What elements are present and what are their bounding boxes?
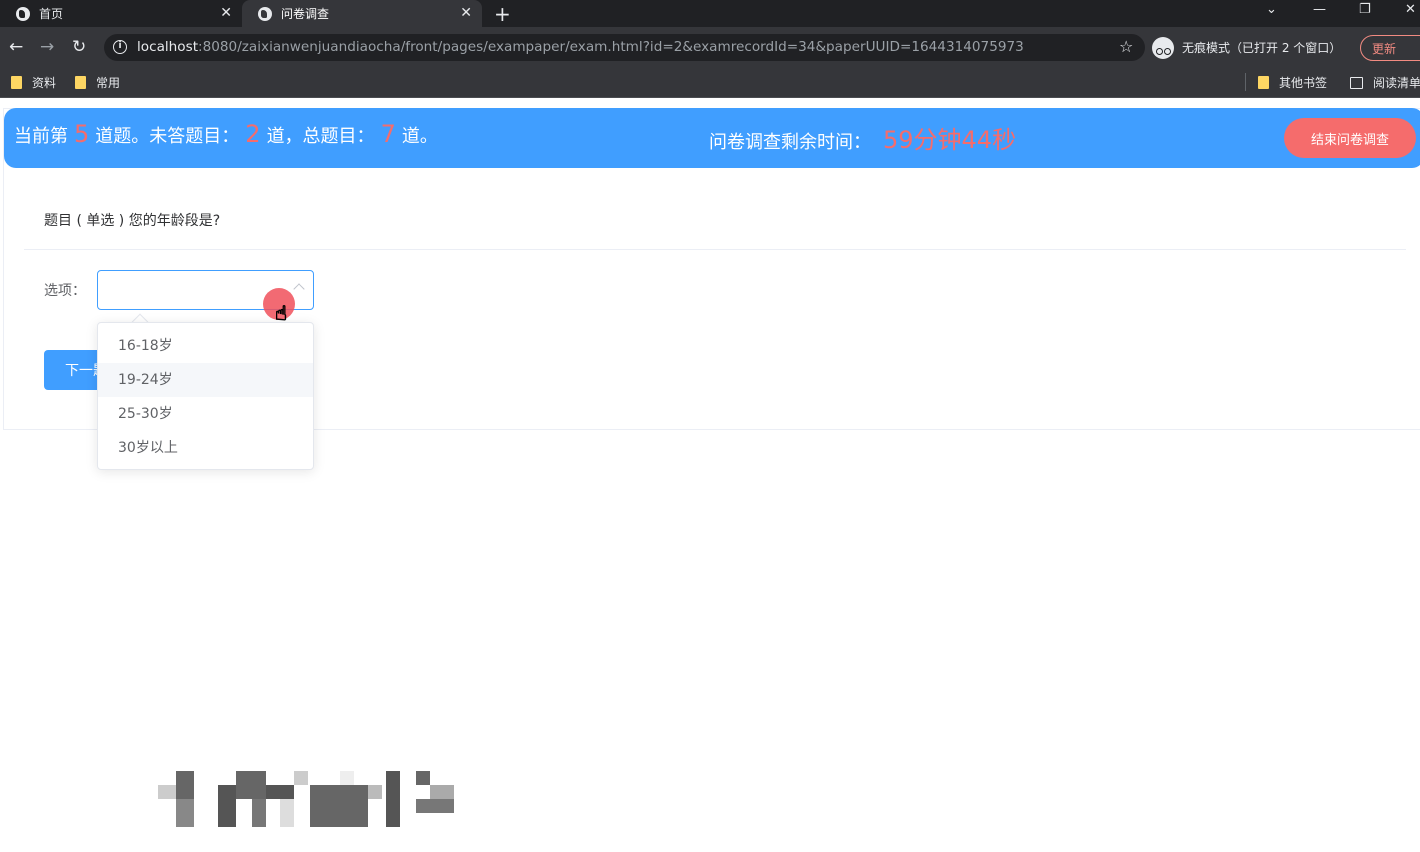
url-host: localhost [137,39,199,55]
close-icon[interactable]: ✕ [460,5,472,21]
url-text[interactable]: localhost:8080/zaixianwenjuandiaocha/fro… [137,39,1024,55]
tab-search-icon[interactable]: ⌄ [1266,2,1277,17]
pixelated-region [158,771,456,828]
option-item[interactable]: 25-30岁 [98,397,313,431]
reload-icon[interactable]: ↻ [72,37,86,57]
minimize-icon[interactable]: — [1313,2,1326,17]
folder-icon [11,76,22,89]
option-item[interactable]: 30岁以上 [98,431,313,465]
folder-icon [1258,76,1269,89]
end-survey-button[interactable]: 结束问卷调查 [1284,118,1416,158]
folder-icon [75,76,86,89]
divider [24,249,1406,250]
window-close-icon[interactable]: ✕ [1405,2,1416,17]
total-suffix: 道。 [401,126,438,147]
tab-home[interactable]: 首页 ✕ [0,0,242,27]
bookmark-star-icon[interactable]: ☆ [1119,37,1133,56]
bookmark-label: 常用 [96,76,121,90]
bookmarks-divider [1245,73,1246,91]
globe-icon [16,6,30,21]
bookmark-folder-other[interactable]: 其他书签 [1258,74,1327,91]
progress-prefix: 当前第 [14,126,68,147]
option-item[interactable]: 19-24岁 [98,363,313,397]
option-label: 选项： [44,283,86,299]
page-content: 当前第 5 道题。未答题目： 2 道，总题目： 7 道。 问卷调查剩余时间： 5… [0,98,1420,852]
question-title: 题目 ( 单选 ) 您的年龄段是? [44,213,221,229]
bookmark-folder-changyong[interactable]: 常用 [75,74,120,91]
close-icon[interactable]: ✕ [220,5,232,21]
bookmark-folder-ziliao[interactable]: 资料 [11,74,56,91]
chevron-up-icon [293,283,305,295]
bookmark-label: 阅读清单 [1373,76,1420,90]
total-prefix: 道，总题目： [266,126,375,147]
update-label: 更新 [1372,41,1397,56]
tab-label: 首页 [39,7,64,21]
bookmark-label: 其他书签 [1279,76,1328,90]
current-question-number: 5 [74,120,90,148]
new-tab-icon[interactable]: + [494,2,511,26]
option-item[interactable]: 16-18岁 [98,329,313,363]
tab-label: 问卷调查 [281,7,330,21]
unanswered-prefix: 道题。未答题目： [95,126,240,147]
incognito-indicator[interactable]: 无痕模式（已打开 2 个窗口） [1152,34,1341,61]
hand-cursor-icon: ☝ [274,301,288,326]
unanswered-count: 2 [245,120,261,148]
site-info-icon[interactable]: i [113,40,127,54]
restore-icon[interactable]: ❐ [1359,2,1371,17]
tab-strip: 首页 ✕ 问卷调查 ✕ + ⌄ — ❐ ✕ [0,0,1420,27]
timer-value: 59分钟44秒 [883,126,1017,154]
update-button[interactable]: 更新 [1360,35,1420,61]
reading-list-icon [1350,76,1363,89]
back-icon[interactable]: ← [9,37,23,57]
url-path: :8080/zaixianwenjuandiaocha/front/pages/… [198,39,1024,55]
forward-icon[interactable]: → [40,37,54,57]
incognito-label: 无痕模式（已打开 2 个窗口） [1182,41,1342,55]
progress-text: 当前第 5 道题。未答题目： 2 道，总题目： 7 道。 [14,120,438,148]
option-dropdown: 16-18岁 19-24岁 25-30岁 30岁以上 [97,322,314,470]
timer: 问卷调查剩余时间： 59分钟44秒 [709,120,1016,155]
timer-label: 问卷调查剩余时间： [709,132,871,153]
tab-survey[interactable]: 问卷调查 ✕ [242,0,482,27]
status-banner: 当前第 5 道题。未答题目： 2 道，总题目： 7 道。 问卷调查剩余时间： 5… [4,108,1420,168]
bookmarks-bar [0,67,1420,98]
bookmark-label: 资料 [32,76,57,90]
globe-icon [258,6,272,21]
reading-list[interactable]: 阅读清单 [1350,74,1420,91]
total-count: 7 [380,120,396,148]
incognito-icon [1152,36,1174,59]
